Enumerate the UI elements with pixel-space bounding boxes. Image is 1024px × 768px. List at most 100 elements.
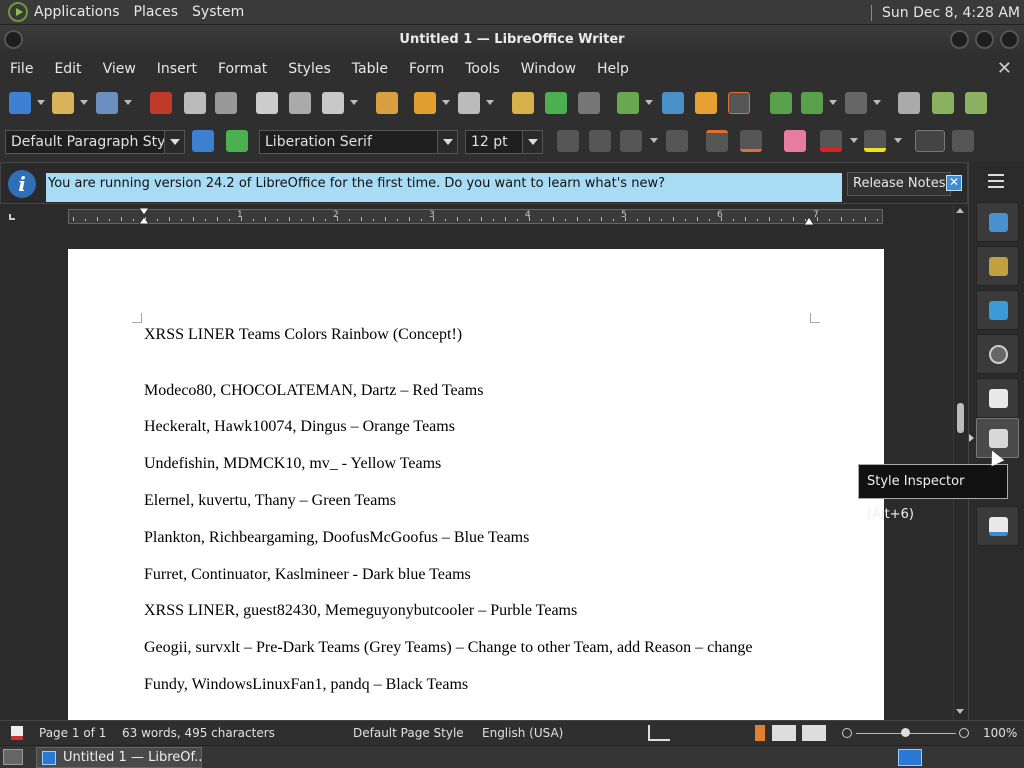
vertical-scrollbar[interactable] (953, 205, 966, 720)
zoom-level[interactable]: 100% (983, 726, 1017, 740)
copy-icon[interactable] (289, 92, 311, 114)
doc-line[interactable]: Furret, Continuator, Kaslmineer - Dark b… (144, 566, 471, 584)
doc-line[interactable]: Modeco80, CHOCOLATEMAN, Dartz – Red Team… (144, 382, 483, 400)
doc-line[interactable]: Geogii, survxlt – Pre-Dark Teams (Grey T… (144, 639, 752, 657)
paste-dropdown-icon[interactable] (350, 100, 358, 105)
doc-line[interactable]: XRSS LINER, guest82430, Memeguyonybutcoo… (144, 602, 577, 620)
paste-icon[interactable] (322, 92, 344, 114)
show-desktop-icon[interactable] (3, 749, 23, 765)
gnome-foot-icon[interactable] (8, 2, 28, 22)
font-color-dropdown-icon[interactable] (850, 138, 858, 143)
insert-mode-icon[interactable] (648, 725, 670, 741)
tab-stop-type-icon[interactable] (9, 214, 15, 220)
sidebar-accessibility-button[interactable] (976, 506, 1019, 546)
doc-line[interactable]: Elernel, kuvertu, Thany – Green Teams (144, 492, 396, 510)
maximize-button[interactable] (975, 30, 994, 49)
document-modified-icon[interactable] (11, 726, 23, 740)
panel-menu-places[interactable]: Places (134, 4, 179, 20)
document-page[interactable]: XRSS LINER Teams Colors Rainbow (Concept… (68, 249, 884, 720)
underline-dropdown-icon[interactable] (650, 138, 658, 143)
chevron-down-icon[interactable] (164, 131, 184, 153)
taskbar-item-writer[interactable]: Untitled 1 — LibreOf... (36, 747, 202, 768)
field-dropdown-icon[interactable] (829, 100, 837, 105)
insert-footnote-icon[interactable] (932, 92, 954, 114)
scroll-down-icon[interactable] (956, 709, 964, 714)
book-view-icon[interactable] (802, 725, 826, 741)
underline-icon[interactable] (620, 130, 642, 152)
find-replace-icon[interactable] (512, 92, 534, 114)
doc-line[interactable]: Heckeralt, Hawk10074, Dingus – Orange Te… (144, 418, 455, 436)
open-dropdown-icon[interactable] (80, 100, 88, 105)
menu-format[interactable]: Format (218, 61, 267, 77)
scroll-up-icon[interactable] (956, 208, 964, 213)
multi-page-view-icon[interactable] (772, 725, 796, 741)
horizontal-ruler[interactable]: 1 2 3 4 5 6 7 (68, 207, 883, 226)
collapse-sidebar-icon[interactable] (969, 434, 974, 442)
update-style-icon[interactable] (192, 130, 214, 152)
menu-insert[interactable]: Insert (157, 61, 197, 77)
sidebar-properties-button[interactable] (976, 202, 1019, 242)
document-canvas[interactable]: XRSS LINER Teams Colors Rainbow (Concept… (0, 226, 953, 720)
insert-textbox-icon[interactable] (728, 92, 750, 114)
font-name-combo[interactable]: Liberation Serif (259, 130, 458, 154)
page-style[interactable]: Default Page Style (353, 726, 464, 740)
new-style-icon[interactable] (226, 130, 248, 152)
insert-image-icon[interactable] (662, 92, 684, 114)
save-dropdown-icon[interactable] (124, 100, 132, 105)
export-pdf-icon[interactable] (150, 92, 172, 114)
open-folder-icon[interactable] (52, 92, 74, 114)
menu-window[interactable]: Window (521, 61, 576, 77)
font-color-icon[interactable] (820, 130, 842, 152)
align-left-icon[interactable] (915, 130, 945, 152)
bold-icon[interactable] (557, 130, 579, 152)
paragraph-style-combo[interactable]: Default Paragraph Style (5, 130, 185, 154)
table-dropdown-icon[interactable] (645, 100, 653, 105)
undo-dropdown-icon[interactable] (442, 100, 450, 105)
sidebar-page-button[interactable] (976, 378, 1019, 418)
menu-styles[interactable]: Styles (288, 61, 330, 77)
menu-file[interactable]: File (10, 61, 33, 77)
single-page-view-icon[interactable] (755, 725, 765, 741)
sidebar-menu-icon[interactable] (988, 174, 1004, 192)
close-icon[interactable]: ✕ (946, 175, 962, 191)
new-dropdown-icon[interactable] (37, 100, 45, 105)
insert-table-icon[interactable] (617, 92, 639, 114)
menu-form[interactable]: Form (409, 61, 444, 77)
zoom-slider-handle[interactable] (901, 728, 910, 737)
doc-line[interactable]: Undefishin, MDMCK10, mv_ - Yellow Teams (144, 455, 441, 473)
print-icon[interactable] (184, 92, 206, 114)
menu-edit[interactable]: Edit (54, 61, 81, 77)
new-document-icon[interactable] (9, 92, 31, 114)
sidebar-styles-button[interactable] (976, 246, 1019, 286)
indent-marker-icon[interactable] (138, 207, 150, 225)
panel-menu-system[interactable]: System (192, 4, 244, 20)
zoom-in-icon[interactable] (959, 728, 969, 738)
undo-icon[interactable] (414, 92, 436, 114)
save-icon[interactable] (96, 92, 118, 114)
doc-line[interactable]: Plankton, Richbeargaming, DoofusMcGoofus… (144, 529, 529, 547)
formatting-marks-icon[interactable] (578, 92, 600, 114)
font-size-combo[interactable]: 12 pt (465, 130, 543, 154)
spelling-icon[interactable] (545, 92, 567, 114)
workspace-switcher[interactable] (898, 749, 922, 766)
word-count[interactable]: 63 words, 495 characters (122, 726, 275, 740)
insert-page-break-icon[interactable] (770, 92, 792, 114)
align-center-icon[interactable] (952, 130, 974, 152)
print-preview-icon[interactable] (215, 92, 237, 114)
menu-tools[interactable]: Tools (465, 61, 500, 77)
superscript-icon[interactable] (706, 130, 728, 152)
doc-line[interactable]: Fundy, WindowsLinuxFan1, pandq – Black T… (144, 676, 468, 694)
panel-menu-applications[interactable]: Applications (34, 4, 120, 20)
hyperlink-icon[interactable] (898, 92, 920, 114)
italic-icon[interactable] (589, 130, 611, 152)
sidebar-gallery-button[interactable] (976, 290, 1019, 330)
special-character-icon[interactable] (845, 92, 867, 114)
insert-endnote-icon[interactable] (965, 92, 987, 114)
insert-field-icon[interactable] (801, 92, 823, 114)
release-notes-button[interactable]: Release Notes (847, 172, 952, 196)
close-window-button[interactable] (1000, 30, 1019, 49)
language[interactable]: English (USA) (482, 726, 563, 740)
zoom-out-icon[interactable] (842, 728, 852, 738)
minimize-button[interactable] (950, 30, 969, 49)
menu-view[interactable]: View (103, 61, 136, 77)
